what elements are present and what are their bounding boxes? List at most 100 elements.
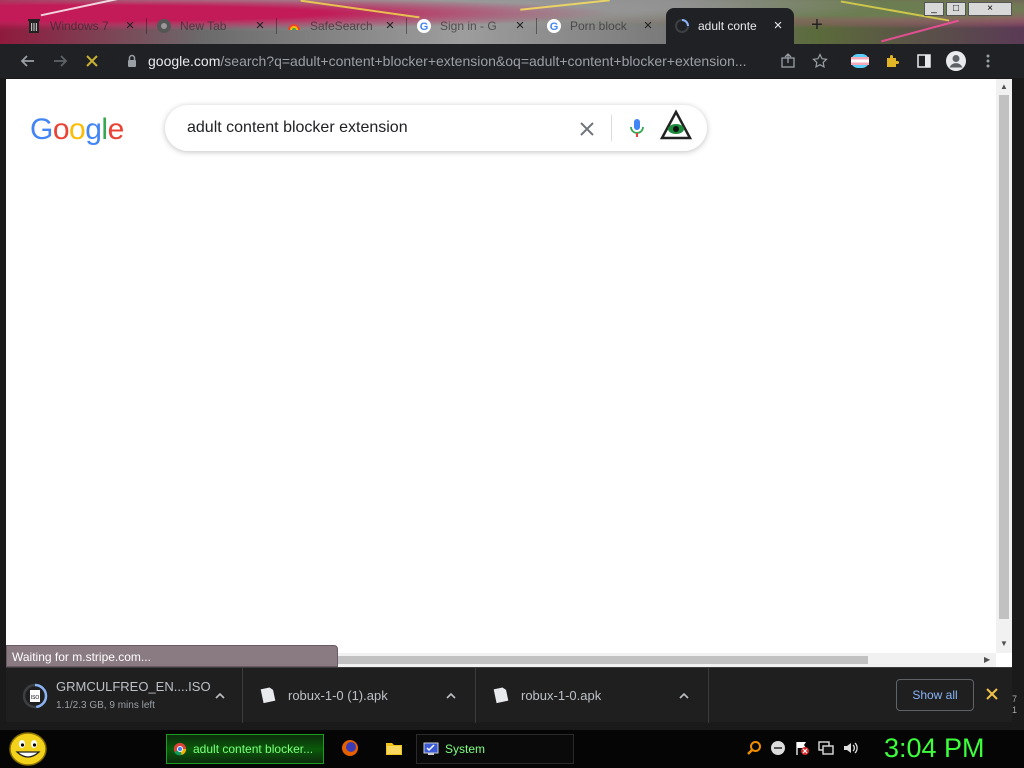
tab-separator [406, 18, 407, 34]
volume-icon[interactable] [842, 740, 858, 756]
smiley-start-icon[interactable] [8, 731, 48, 767]
scroll-right-icon[interactable]: ▶ [984, 655, 990, 664]
close-icon[interactable]: × [122, 18, 138, 34]
google-icon: G [416, 18, 432, 34]
apk-file-icon [493, 687, 509, 704]
arrow-left-icon [20, 55, 34, 67]
tab-sign-in[interactable]: G Sign in - G × [408, 10, 536, 42]
stop-button[interactable] [80, 49, 104, 73]
google-logo[interactable]: Google [30, 113, 124, 147]
taskbar-item-chrome[interactable]: adult content blocker... [166, 734, 324, 764]
safesearch-icon [286, 18, 302, 34]
side-panel-icon [917, 54, 931, 68]
browser-window: Windows 7 × New Tab × SafeSearch × G Sig… [0, 0, 1024, 730]
browser-toolbar: google.com/search?q=adult+content+blocke… [0, 44, 1024, 78]
close-icon[interactable]: × [640, 18, 656, 34]
tab-title: Sign in - G [440, 19, 497, 33]
search-box[interactable]: adult content blocker extension [165, 105, 707, 151]
scroll-up-icon[interactable]: ▲ [1000, 82, 1008, 91]
image-search-button[interactable] [659, 109, 693, 143]
theme-decoration [881, 19, 959, 43]
web-page: Google adult content blocker extension ▲… [6, 79, 1012, 667]
kebab-menu-icon [986, 54, 990, 68]
lock-icon [128, 54, 136, 67]
chevron-up-icon[interactable] [676, 688, 692, 704]
show-all-button[interactable]: Show all [896, 679, 974, 711]
download-progress-ring: ISO [22, 683, 48, 709]
side-panel-button[interactable] [912, 49, 936, 73]
download-status: 1.1/2.3 GB, 9 mins left [56, 700, 155, 711]
scroll-down-icon[interactable]: ▼ [1000, 639, 1008, 648]
tab-separator [146, 18, 147, 34]
close-icon[interactable] [984, 686, 1000, 702]
extensions-button[interactable] [880, 49, 904, 73]
tab-new-tab[interactable]: New Tab × [148, 10, 276, 42]
tab-title: Porn block [570, 19, 627, 33]
puzzle-icon [887, 55, 899, 67]
system-monitor-icon [423, 742, 439, 755]
network-icon[interactable] [818, 740, 834, 756]
windows-trash-icon [26, 18, 42, 34]
download-filename: robux-1-0 (1).apk [288, 688, 388, 703]
url-host: google.com [148, 53, 221, 69]
download-item[interactable]: ISO GRMCULFREO_EN....ISO 1.1/2.3 GB, 9 m… [6, 668, 243, 723]
chevron-up-icon[interactable] [212, 688, 228, 704]
extension-flag-button[interactable] [848, 49, 872, 73]
bookmark-star-button[interactable] [808, 49, 832, 73]
voice-search-button[interactable] [625, 116, 649, 140]
close-icon[interactable]: × [382, 18, 398, 34]
search-input[interactable]: adult content blocker extension [187, 119, 408, 137]
trans-flag-icon [851, 54, 869, 68]
tab-adult-content-active[interactable]: adult conte × [666, 8, 794, 44]
close-icon [580, 122, 594, 136]
tab-title: SafeSearch [310, 19, 373, 33]
taskbar: adult content blocker... System 3:04 PM [0, 730, 1024, 768]
clock[interactable]: 3:04 PM [884, 733, 985, 764]
download-item[interactable]: robux-1-0.apk [476, 668, 709, 723]
taskbar-item-system[interactable]: System [416, 734, 574, 764]
taskbar-item-label: adult content blocker... [193, 742, 314, 756]
logo-letter: g [85, 113, 102, 146]
download-item[interactable]: robux-1-0 (1).apk [243, 668, 476, 723]
svg-text:G: G [420, 21, 429, 33]
microphone-icon [630, 119, 644, 137]
folder-icon[interactable] [384, 738, 404, 758]
firefox-icon[interactable] [340, 738, 360, 758]
address-bar[interactable]: google.com/search?q=adult+content+blocke… [112, 47, 840, 75]
tab-title: Windows 7 [50, 19, 109, 33]
back-button[interactable] [16, 49, 40, 73]
iso-file-icon: ISO [31, 695, 40, 701]
clear-search-button[interactable] [575, 117, 599, 141]
avatar-icon [946, 51, 966, 71]
share-button[interactable] [776, 49, 800, 73]
tab-porn-block[interactable]: G Porn block × [538, 10, 664, 42]
close-icon[interactable]: × [770, 18, 786, 34]
close-icon[interactable]: × [252, 18, 268, 34]
loading-spinner-icon [674, 18, 690, 34]
stop-x-icon [86, 55, 98, 67]
google-icon: G [546, 18, 562, 34]
tab-safesearch[interactable]: SafeSearch × [278, 10, 406, 42]
maximize-button[interactable]: □ [946, 2, 966, 16]
scroll-thumb[interactable] [999, 95, 1009, 619]
search-icon[interactable] [746, 740, 762, 756]
action-center-flag-icon[interactable] [794, 740, 810, 756]
divider [611, 115, 612, 141]
new-tab-button[interactable]: + [806, 14, 828, 36]
menu-button[interactable] [976, 49, 1000, 73]
minimize-button[interactable]: _ [924, 2, 944, 16]
taskbar-item-label: System [445, 742, 486, 756]
profile-button[interactable] [944, 49, 968, 73]
tab-title: New Tab [180, 19, 227, 33]
forward-button[interactable] [48, 49, 72, 73]
download-shelf: ISO GRMCULFREO_EN....ISO 1.1/2.3 GB, 9 m… [6, 667, 1012, 723]
url-path: /search?q=adult+content+blocker+extensio… [220, 53, 747, 69]
tab-strip: Windows 7 × New Tab × SafeSearch × G Sig… [0, 0, 1024, 44]
window-close-button[interactable]: × [968, 2, 1012, 16]
messenger-icon[interactable] [770, 740, 786, 756]
tab-windows-7[interactable]: Windows 7 × [18, 10, 146, 42]
chevron-up-icon[interactable] [443, 688, 459, 704]
close-icon[interactable]: × [512, 18, 528, 34]
vertical-scrollbar[interactable]: ▲ ▼ [996, 79, 1012, 653]
logo-letter: o [69, 113, 86, 146]
